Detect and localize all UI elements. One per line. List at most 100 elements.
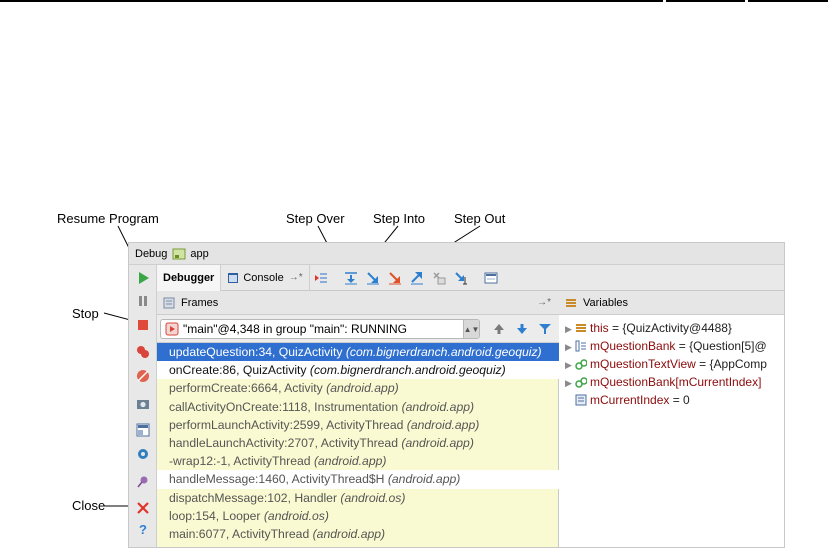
step-into-icon — [366, 271, 379, 284]
pin-icon — [137, 476, 148, 488]
frame-method: loop:154, Looper — [169, 508, 264, 523]
frame-method: handleMessage:1460, ActivityThread$H — [169, 472, 388, 487]
variable-row[interactable]: ▶ this = {QuizActivity@4488} — [559, 319, 784, 337]
next-frame-button[interactable] — [514, 321, 530, 337]
resume-program-button[interactable] — [135, 270, 151, 286]
drop-frame-button[interactable] — [430, 269, 448, 287]
run-to-cursor-button[interactable] — [452, 269, 470, 287]
frame-method: updateQuestion:34, QuizActivity — [169, 345, 346, 359]
frame-row[interactable]: performCreate:6664, Activity (android.ap… — [157, 379, 559, 397]
thread-selector-row: "main"@4,348 in group "main": RUNNING ▲▼ — [157, 315, 559, 343]
frame-row[interactable]: main:6077, ActivityThread (android.app) — [157, 525, 559, 543]
select-arrows-icon: ▲▼ — [463, 320, 479, 338]
step-out-button[interactable] — [408, 269, 426, 287]
frame-row[interactable]: onCreate:86, QuizActivity (com.bignerdra… — [157, 361, 559, 380]
expand-triangle-icon[interactable]: ▶ — [565, 338, 575, 355]
frames-title: Frames — [181, 296, 219, 309]
frame-package: (android.app) — [313, 454, 387, 469]
variable-row[interactable]: mCurrentIndex = 0 — [559, 391, 784, 409]
variable-row[interactable]: ▶ mQuestionTextView = {AppComp — [559, 355, 784, 373]
previous-frame-button[interactable] — [491, 321, 507, 337]
arrow-down-icon — [517, 324, 527, 334]
force-step-into-button[interactable] — [386, 269, 404, 287]
variable-value: = {QuizActivity@4488} — [608, 321, 732, 335]
frame-method: performCreate:6664, Activity — [169, 381, 327, 396]
step-out-icon — [410, 271, 423, 284]
callout-close: Close — [72, 498, 106, 513]
camera-icon — [137, 400, 149, 409]
frame-row[interactable]: dispatchMessage:102, Handler (android.os… — [157, 489, 559, 507]
filter-frames-button[interactable] — [537, 321, 553, 337]
frames-pin-arrow-icon[interactable]: →* — [537, 297, 551, 308]
gear-icon — [138, 449, 148, 459]
frame-row[interactable]: updateQuestion:34, QuizActivity (com.big… — [157, 343, 559, 362]
watch-icon — [575, 357, 588, 370]
variable-name: mQuestionBank — [590, 339, 676, 353]
frame-package: (android.app) — [326, 381, 399, 396]
close-button[interactable] — [135, 500, 151, 516]
tab-debugger[interactable]: Debugger — [157, 264, 222, 291]
frame-row[interactable]: loop:154, Looper (android.os) — [157, 507, 559, 525]
debug-tool-window: Debug app ? Debugger Console →* Frames →… — [128, 242, 785, 548]
view-breakpoints-button[interactable] — [135, 344, 151, 360]
frame-package: (android.os) — [340, 490, 406, 505]
show-execution-point-icon — [314, 273, 327, 282]
variables-header: Variables — [559, 291, 784, 315]
frame-method: main:6077, ActivityThread — [169, 526, 313, 541]
expand-triangle-icon[interactable]: ▶ — [565, 320, 575, 337]
frame-row[interactable]: handleLaunchActivity:2707, ActivityThrea… — [157, 434, 559, 452]
frame-row[interactable]: performLaunchActivity:2599, ActivityThre… — [157, 416, 559, 434]
stop-button[interactable] — [135, 317, 151, 333]
debug-title: Debug — [135, 247, 168, 260]
top-rule — [0, 0, 828, 2]
settings-button[interactable] — [135, 446, 151, 462]
variables-title: Variables — [583, 296, 629, 309]
frame-package: (android.app) — [401, 435, 474, 450]
close-icon — [137, 502, 149, 514]
frame-row[interactable]: -wrap12:-1, ActivityThread (android.app) — [157, 452, 559, 470]
arrow-up-icon — [494, 324, 504, 334]
mute-breakpoints-button[interactable] — [135, 368, 151, 384]
pause-program-button[interactable] — [135, 293, 151, 309]
frame-method: performLaunchActivity:2599, ActivityThre… — [169, 417, 407, 432]
breakpoints-icon — [137, 346, 149, 358]
evaluate-expression-button[interactable] — [482, 269, 500, 287]
step-into-button[interactable] — [364, 269, 382, 287]
variable-value: = {Question[5]@ — [675, 339, 767, 353]
run-config-name[interactable]: app — [190, 248, 208, 260]
pin-tab-button[interactable] — [135, 474, 151, 490]
frame-package: (android.os) — [263, 508, 329, 523]
frame-row[interactable]: handleMessage:1460, ActivityThread$H (an… — [157, 470, 559, 489]
variable-row[interactable]: ▶ mQuestionBank = {Question[5]@ — [559, 337, 784, 355]
variable-name: mQuestionBank[mCurrentIndex] — [590, 375, 762, 389]
callout-step-over: Step Over — [286, 211, 345, 226]
thread-select[interactable]: "main"@4,348 in group "main": RUNNING ▲▼ — [160, 319, 480, 339]
tab-console[interactable]: Console →* — [221, 264, 310, 291]
thread-running-icon — [165, 322, 179, 336]
frame-method: dispatchMessage:102, Handler — [169, 490, 341, 505]
layout-icon — [136, 423, 150, 437]
resume-icon — [139, 272, 149, 284]
array-icon — [575, 339, 587, 352]
restore-layout-button[interactable] — [135, 422, 151, 438]
step-over-button[interactable] — [342, 269, 360, 287]
variable-row[interactable]: ▶ mQuestionBank[mCurrentIndex] — [559, 373, 784, 391]
pause-icon — [139, 296, 147, 306]
get-thread-dump-button[interactable] — [135, 396, 151, 412]
debug-title-bar: Debug app — [129, 243, 784, 265]
frame-method: -wrap12:-1, ActivityThread — [169, 454, 314, 469]
tab-console-label: Console — [243, 271, 284, 284]
variable-name: this — [590, 321, 609, 335]
frame-package: (android.app) — [312, 526, 386, 541]
frame-package: (android.app) — [406, 417, 480, 432]
callout-resume-program: Resume Program — [57, 211, 159, 226]
expand-triangle-icon[interactable]: ▶ — [565, 374, 575, 391]
show-execution-point-button[interactable] — [312, 269, 330, 287]
frame-method: onCreate:86, QuizActivity — [169, 363, 310, 378]
help-button[interactable]: ? — [135, 522, 151, 538]
frame-method: handleLaunchActivity:2707, ActivityThrea… — [169, 435, 402, 450]
field-icon — [575, 321, 587, 333]
debugger-tab-bar: Debugger Console →* — [157, 264, 784, 291]
frame-row[interactable]: callActivityOnCreate:1118, Instrumentati… — [157, 398, 559, 416]
expand-triangle-icon[interactable]: ▶ — [565, 356, 575, 373]
